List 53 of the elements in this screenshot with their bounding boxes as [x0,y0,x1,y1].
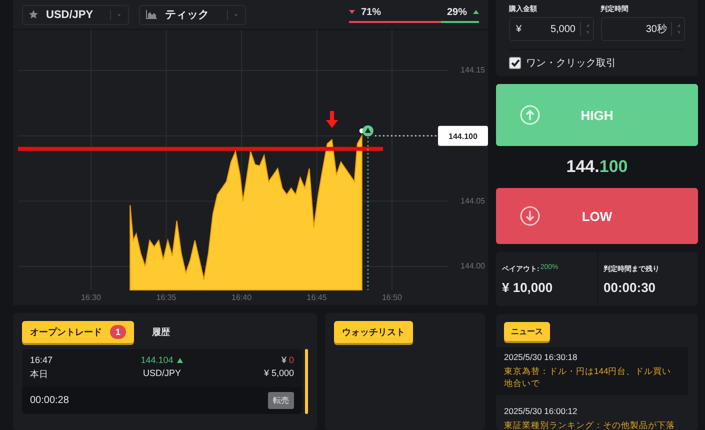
news-time: 2025/5/30 16:30:18 [504,352,578,362]
scrollbar[interactable] [305,349,308,414]
countdown: 00:00:28 [30,395,69,406]
trade-day: 本日 [30,368,118,381]
price-label: 144.100 [448,132,478,141]
star-icon [29,10,38,19]
price-label-background [438,126,488,146]
payout-amount: ¥ 10,000 [502,280,554,295]
trade-stake: ¥ 5,000 [262,368,294,380]
news-tab[interactable]: ニュース [504,322,550,341]
news-headline: 東京為替：ドル・円は144円台、ドル買い地合いで [504,365,672,390]
price-decimal: 100 [599,157,628,177]
area-chart-icon [146,10,157,19]
checkbox-label: ワン・クリック取引 [526,57,616,70]
up-triangle-icon [473,10,479,14]
x-axis-label: 16:35 [156,293,176,302]
symbol-select[interactable]: USD/JPY [22,4,129,24]
low-button[interactable]: LOW [496,188,698,244]
spinner-icon [580,22,588,36]
tab[interactable]: オープントレード 1 [22,321,134,343]
price-integer: 144. [566,157,600,177]
x-axis-label: 16:30 [80,293,102,302]
caret-icon [110,10,122,20]
down-arrow-icon [326,111,338,128]
watchlist-tab[interactable]: ウォッチリスト [334,321,413,343]
spinner-icon [671,22,680,36]
up-percentage: 29% [446,6,479,18]
x-axis-label: 16:40 [232,293,252,302]
x-axis-label: 16:45 [306,293,327,302]
amount-field[interactable]: ¥ 5,000 [509,17,594,41]
currency-sign: ¥ [281,355,288,365]
down-percentage: 71% [349,6,382,18]
news-time: 2025/5/30 16:00:12 [504,406,578,416]
y-axis-label: 144.15 [460,66,485,75]
x-axis-label: 16:50 [382,293,402,302]
chart-type-select[interactable]: ティック [139,4,246,24]
news-item[interactable]: 2025/5/30 16:30:18 東京為替：ドル・円は144円台、ドル買い地合いで [496,347,688,395]
caret-icon [227,10,239,20]
count-badge: 1 [110,325,126,339]
profit-value: 0 [288,355,294,365]
trade-symbol: USD/JPY [142,368,182,380]
y-axis-label: 144.00 [460,262,485,271]
y-axis-label: 144.05 [460,196,485,206]
checkbox[interactable] [509,57,521,69]
remaining-time: 00:00:30 [604,280,657,295]
resell-button[interactable]: 転売 [268,392,294,409]
down-triangle-icon [349,10,355,14]
trade-time: 16:47 [30,355,54,365]
duration-field[interactable]: 30秒 [600,17,685,41]
entry-price: 144.104 [140,355,174,365]
tab[interactable]: 履歴 [144,321,178,343]
horizontal-line[interactable] [18,146,383,151]
news-headline: 東証業種別ランキング：その他製品が下落 [504,418,676,430]
